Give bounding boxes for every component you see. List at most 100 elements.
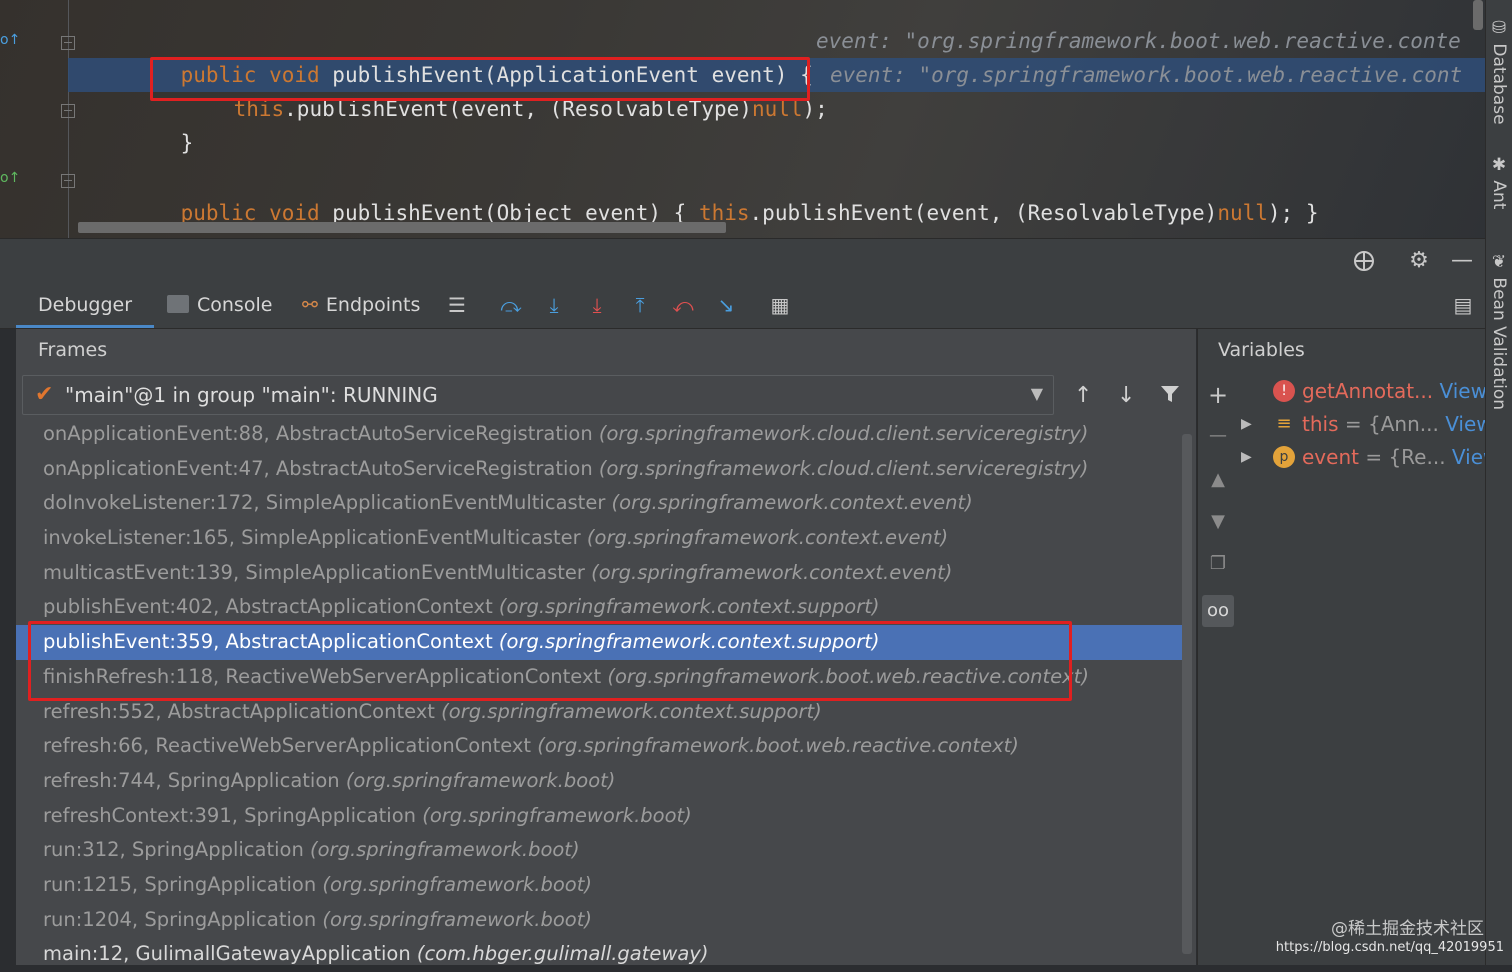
frame-method: onApplicationEvent:47, AbstractAutoServi… [43, 456, 599, 480]
expand-icon[interactable]: ▶ [1241, 441, 1252, 473]
tab-endpoints[interactable]: ⚯ Endpoints [302, 282, 420, 328]
frame-method: run:1215, SpringApplication [43, 872, 323, 896]
frame-item[interactable]: refreshContext:391, SpringApplication (o… [16, 799, 1182, 834]
variable-row[interactable]: ! getAnnotat... View [1237, 375, 1487, 407]
watches-icon[interactable]: oo [1202, 595, 1234, 627]
minimize-icon[interactable]: — [1450, 249, 1474, 273]
parameter-icon: p [1273, 446, 1295, 468]
code-text: .publishEvent(event, (ResolvableType) [284, 97, 752, 121]
step-over-icon[interactable]: ⤼ [498, 292, 524, 318]
frame-method: refresh:744, SpringApplication [43, 768, 346, 792]
tab-console[interactable]: Console [167, 282, 272, 328]
variables-toolbar: + — ▲ ▼ ❐ oo [1197, 329, 1238, 965]
tool-tab-label: Database [1489, 43, 1509, 125]
move-up-icon[interactable]: ▲ [1206, 469, 1230, 490]
arrow-down-icon[interactable]: ↓ [1117, 383, 1135, 408]
horizontal-scrollbar[interactable] [78, 222, 726, 233]
frame-item[interactable]: run:1215, SpringApplication (org.springf… [16, 868, 1182, 903]
equals: = [1358, 445, 1389, 469]
frame-item[interactable]: refresh:744, SpringApplication (org.spri… [16, 764, 1182, 799]
frame-item[interactable]: run:312, SpringApplication (org.springfr… [16, 833, 1182, 868]
endpoints-icon: ⚯ [302, 294, 318, 316]
tab-label: Endpoints [325, 294, 421, 316]
code-text: .publishEvent(event, (ResolvableType) [749, 201, 1218, 225]
step-into-icon[interactable]: ⤓ [541, 292, 567, 318]
frame-method: multicastEvent:139, SimpleApplicationEve… [43, 560, 592, 584]
frame-item-selected[interactable]: publishEvent:359, AbstractApplicationCon… [16, 625, 1182, 660]
filter-icon[interactable] [1159, 383, 1181, 411]
evaluate-expression-icon[interactable]: ▦ [767, 292, 793, 318]
frame-item[interactable]: refresh:66, ReactiveWebServerApplication… [16, 729, 1182, 764]
run-to-cursor-icon[interactable]: ↘ [713, 292, 739, 318]
arrow-up-icon[interactable]: ↑ [1074, 383, 1092, 408]
variable-row[interactable]: ▶ p event = {Re... View [1237, 441, 1499, 473]
gear-icon[interactable]: ⚙ [1407, 249, 1431, 273]
code-text: } [180, 131, 194, 155]
move-down-icon[interactable]: ▼ [1206, 511, 1230, 532]
frame-item[interactable]: finishRefresh:118, ReactiveWebServerAppl… [16, 660, 1182, 695]
code-editor[interactable]: o↑ o↑ public void publishEvent(Applicati… [0, 0, 1485, 238]
frame-package: (org.springframework.context.support) [498, 595, 880, 619]
tab-debugger[interactable]: Debugger [15, 282, 155, 328]
frame-package: (org.springframework.cloud.client.servic… [598, 456, 1089, 480]
frame-item[interactable]: onApplicationEvent:88, AbstractAutoServi… [16, 417, 1182, 452]
frame-item[interactable]: multicastEvent:139, SimpleApplicationEve… [16, 556, 1182, 591]
frame-package: (org.springframework.boot) [322, 872, 592, 896]
view-link[interactable]: View [1439, 379, 1486, 403]
thread-label: "main"@1 in group "main": RUNNING [65, 383, 438, 407]
database-tool-tab[interactable]: ⛁ Database [1489, 18, 1509, 125]
frame-item[interactable]: doInvokeListener:172, SimpleApplicationE… [16, 486, 1182, 521]
layout-settings-icon[interactable]: ▤ [1450, 292, 1476, 318]
equals: = [1338, 412, 1368, 436]
variable-name-text: this [1302, 412, 1339, 436]
tab-label: Console [197, 294, 273, 316]
editor-gutter: o↑ o↑ [0, 0, 75, 238]
variable-row[interactable]: ▶ ≡ this = {Ann... View [1237, 408, 1493, 440]
code-text: ); [802, 97, 828, 121]
step-out-icon[interactable]: ⤒ [627, 292, 653, 318]
drop-frame-icon[interactable]: ⤺ [670, 292, 696, 318]
ant-tool-tab[interactable]: ✱ Ant [1489, 155, 1509, 209]
frame-package: (org.springframework.boot) [422, 803, 692, 827]
frame-method: run:312, SpringApplication [43, 838, 311, 862]
crosshair-icon[interactable] [1352, 249, 1376, 273]
variable-name: getAnnotat... View [1302, 375, 1487, 407]
frame-item[interactable]: publishEvent:402, AbstractApplicationCon… [16, 590, 1182, 625]
frame-method: refresh:552, AbstractApplicationContext [43, 699, 442, 723]
frame-method: finishRefresh:118, ReactiveWebServerAppl… [43, 664, 608, 688]
frame-item[interactable]: invokeListener:165, SimpleApplicationEve… [16, 521, 1182, 556]
frame-package: (org.springframework.boot) [345, 768, 616, 792]
show-execution-point-icon[interactable]: ☰ [444, 292, 470, 318]
field-icon: ≡ [1276, 413, 1292, 434]
frame-item[interactable]: onApplicationEvent:47, AbstractAutoServi… [16, 452, 1182, 487]
code-line-3[interactable]: } [130, 92, 194, 155]
tool-tab-label: Ant [1489, 180, 1509, 210]
fold-toggle-icon[interactable] [61, 174, 75, 188]
implement-marker-icon[interactable]: o↑ [0, 170, 20, 186]
frame-item[interactable]: main:12, GulimallGatewayApplication (com… [16, 937, 1182, 972]
keyword: this [233, 97, 285, 121]
thread-selector[interactable]: ✔ "main"@1 in group "main": RUNNING ▼ [22, 375, 1054, 415]
expand-icon[interactable]: ▶ [1241, 408, 1252, 440]
remove-watch-icon[interactable]: — [1206, 425, 1230, 446]
code-line-1[interactable]: public void publishEvent(ApplicationEven… [130, 24, 813, 87]
frame-item[interactable]: run:1204, SpringApplication (org.springf… [16, 903, 1182, 938]
fold-toggle-icon[interactable] [61, 36, 75, 50]
inline-debug-value: event: "org.springframework.boot.web.rea… [830, 63, 1463, 87]
bean-validation-tool-tab[interactable]: ❦ Bean Validation [1489, 252, 1509, 410]
frame-package: (org.springframework.boot.web.reactive.c… [607, 664, 1089, 688]
inline-debug-value: event: "org.springframework.boot.web.rea… [816, 29, 1461, 53]
variable-name: this = {Ann... View [1302, 408, 1493, 440]
vertical-scrollbar[interactable] [1473, 0, 1483, 30]
variables-panel: Variables ! getAnnotat... View ▶ ≡ this … [1218, 329, 1499, 965]
add-watch-icon[interactable]: + [1206, 381, 1230, 409]
fold-end-icon[interactable] [61, 104, 75, 118]
code-line-4[interactable]: public void publishEvent(Object event) {… [130, 162, 1319, 225]
code-line-2[interactable]: this.publishEvent(event, (ResolvableType… [183, 58, 828, 121]
force-step-into-icon[interactable]: ⤓ [584, 292, 610, 318]
frames-title: Frames [38, 339, 108, 361]
copy-icon[interactable]: ❐ [1206, 553, 1230, 574]
frames-scrollbar[interactable] [1182, 434, 1192, 954]
override-marker-icon[interactable]: o↑ [0, 32, 20, 48]
frame-item[interactable]: refresh:552, AbstractApplicationContext … [16, 695, 1182, 730]
